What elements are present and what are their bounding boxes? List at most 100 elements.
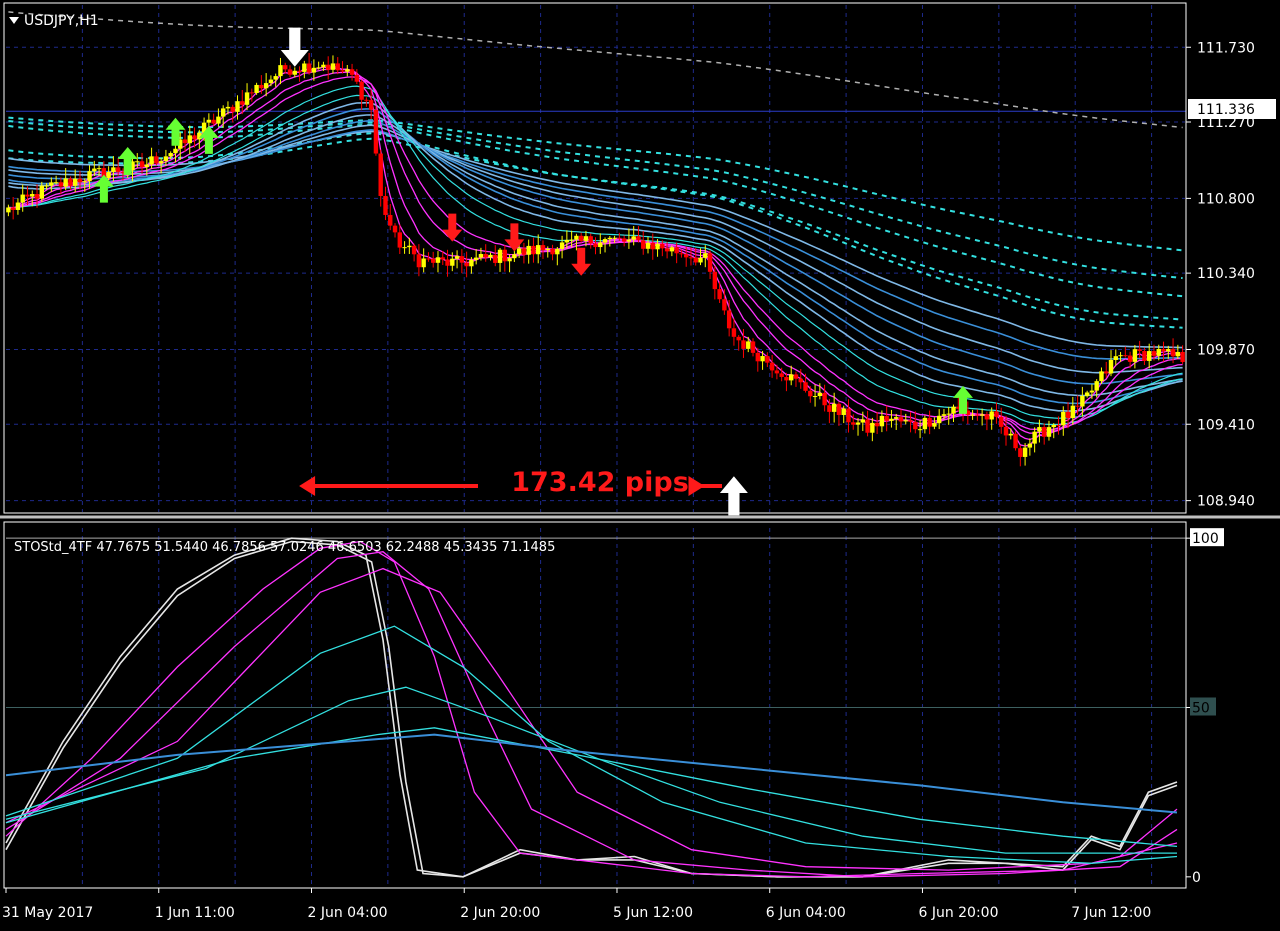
candle-body	[564, 239, 570, 243]
candle-body	[254, 84, 259, 93]
candle-body	[392, 225, 398, 233]
candle-body	[789, 374, 794, 381]
candle-body	[884, 415, 889, 421]
candle-body	[536, 245, 541, 255]
candle-body	[1056, 424, 1061, 426]
y-tick-label: 111.730	[1197, 40, 1255, 56]
candle-body	[388, 214, 393, 226]
y-tick-label: 110.800	[1197, 191, 1255, 207]
candle-body	[736, 336, 741, 341]
candle-body	[1051, 424, 1056, 428]
chart-title: USDJPY,H1	[24, 13, 99, 29]
candle-body	[793, 374, 799, 379]
candle-body	[1156, 349, 1161, 356]
sell-arrow-icon	[504, 223, 525, 252]
candle-body	[664, 248, 670, 252]
candle-body	[913, 421, 918, 430]
candle-body	[970, 414, 975, 416]
candle-body	[660, 243, 665, 249]
candle-body	[994, 411, 999, 417]
stoch-series-line	[5, 540, 1178, 878]
candle-body	[874, 422, 880, 427]
candle-body	[669, 247, 675, 252]
candle-body	[683, 254, 689, 258]
stoch-series-line	[5, 567, 1178, 871]
candle-body	[63, 178, 68, 187]
candle-body	[68, 178, 73, 186]
candle-body	[846, 408, 851, 423]
candle-body	[206, 119, 212, 123]
candle-body	[1132, 349, 1138, 362]
candle-body	[1013, 433, 1018, 449]
candle-body	[311, 67, 317, 73]
x-tick-label: 2 Jun 04:00	[307, 905, 387, 921]
x-tick-label: 31 May 2017	[2, 905, 93, 921]
pips-annotation-label: 173.42 pips	[511, 467, 689, 498]
candle-body	[1180, 351, 1185, 362]
candle-body	[932, 423, 937, 427]
stoch-tick-label: 0	[1192, 870, 1201, 886]
candle-body	[1037, 427, 1042, 432]
y-tick-label: 109.870	[1197, 343, 1255, 359]
candle-body	[631, 236, 636, 240]
candle-body	[87, 171, 92, 182]
candle-body	[383, 195, 388, 215]
price-panel-frame	[3, 2, 1187, 514]
candle-body	[746, 341, 751, 349]
candle-body	[831, 403, 837, 412]
candle-body	[636, 236, 641, 241]
candle-body	[588, 236, 593, 244]
candle-body	[302, 63, 307, 72]
symbol-menu-icon[interactable]	[9, 17, 19, 24]
candle-body	[559, 242, 565, 249]
candle-body	[1027, 443, 1033, 448]
candle-body	[512, 254, 517, 259]
candle-body	[989, 411, 994, 420]
candle-body	[240, 101, 245, 105]
slow-ma-line	[8, 11, 1183, 129]
candle-body	[77, 178, 83, 183]
candle-body	[1080, 395, 1085, 407]
candle-body	[688, 257, 694, 259]
candle-body	[497, 249, 503, 263]
annotation-arrowhead-left-icon	[299, 476, 316, 496]
candle-body	[641, 240, 646, 249]
candle-body	[612, 237, 617, 239]
candle-body	[555, 248, 560, 255]
candle-body	[769, 362, 775, 371]
candle-body	[693, 257, 698, 263]
candle-body	[349, 69, 355, 75]
candle-body	[345, 69, 350, 72]
candle-body	[1008, 433, 1013, 436]
y-tick-label: 110.340	[1197, 266, 1255, 282]
candle-body	[478, 254, 484, 258]
candle-body	[531, 245, 536, 255]
candle-body	[278, 65, 283, 77]
current-price-tag: 111.336	[1197, 102, 1255, 118]
indicator-label: STOStd_4TF 47.7675 51.5440 46.7856 57.02…	[14, 540, 555, 555]
candle-body	[707, 253, 713, 272]
candle-body	[502, 249, 508, 262]
candle-body	[1137, 349, 1142, 351]
candle-body	[726, 310, 732, 329]
candle-body	[975, 414, 980, 416]
candle-body	[946, 413, 951, 415]
candle-body	[607, 237, 613, 240]
candle-body	[53, 182, 59, 184]
candle-body	[650, 242, 655, 250]
candle-body	[784, 376, 789, 381]
candles	[6, 52, 1185, 467]
candle-body	[1147, 351, 1152, 361]
candle-body	[364, 99, 369, 101]
sell-arrow-icon	[442, 213, 463, 242]
candle-body	[359, 81, 364, 100]
candle-body	[106, 171, 111, 179]
candle-body	[144, 164, 150, 168]
candle-body	[917, 429, 923, 431]
candle-body	[1041, 427, 1047, 437]
stoch-tick-label: 50	[1192, 701, 1210, 717]
candle-body	[354, 74, 360, 82]
candle-body	[540, 245, 546, 251]
candle-body	[39, 185, 44, 199]
candle-body	[397, 232, 402, 248]
